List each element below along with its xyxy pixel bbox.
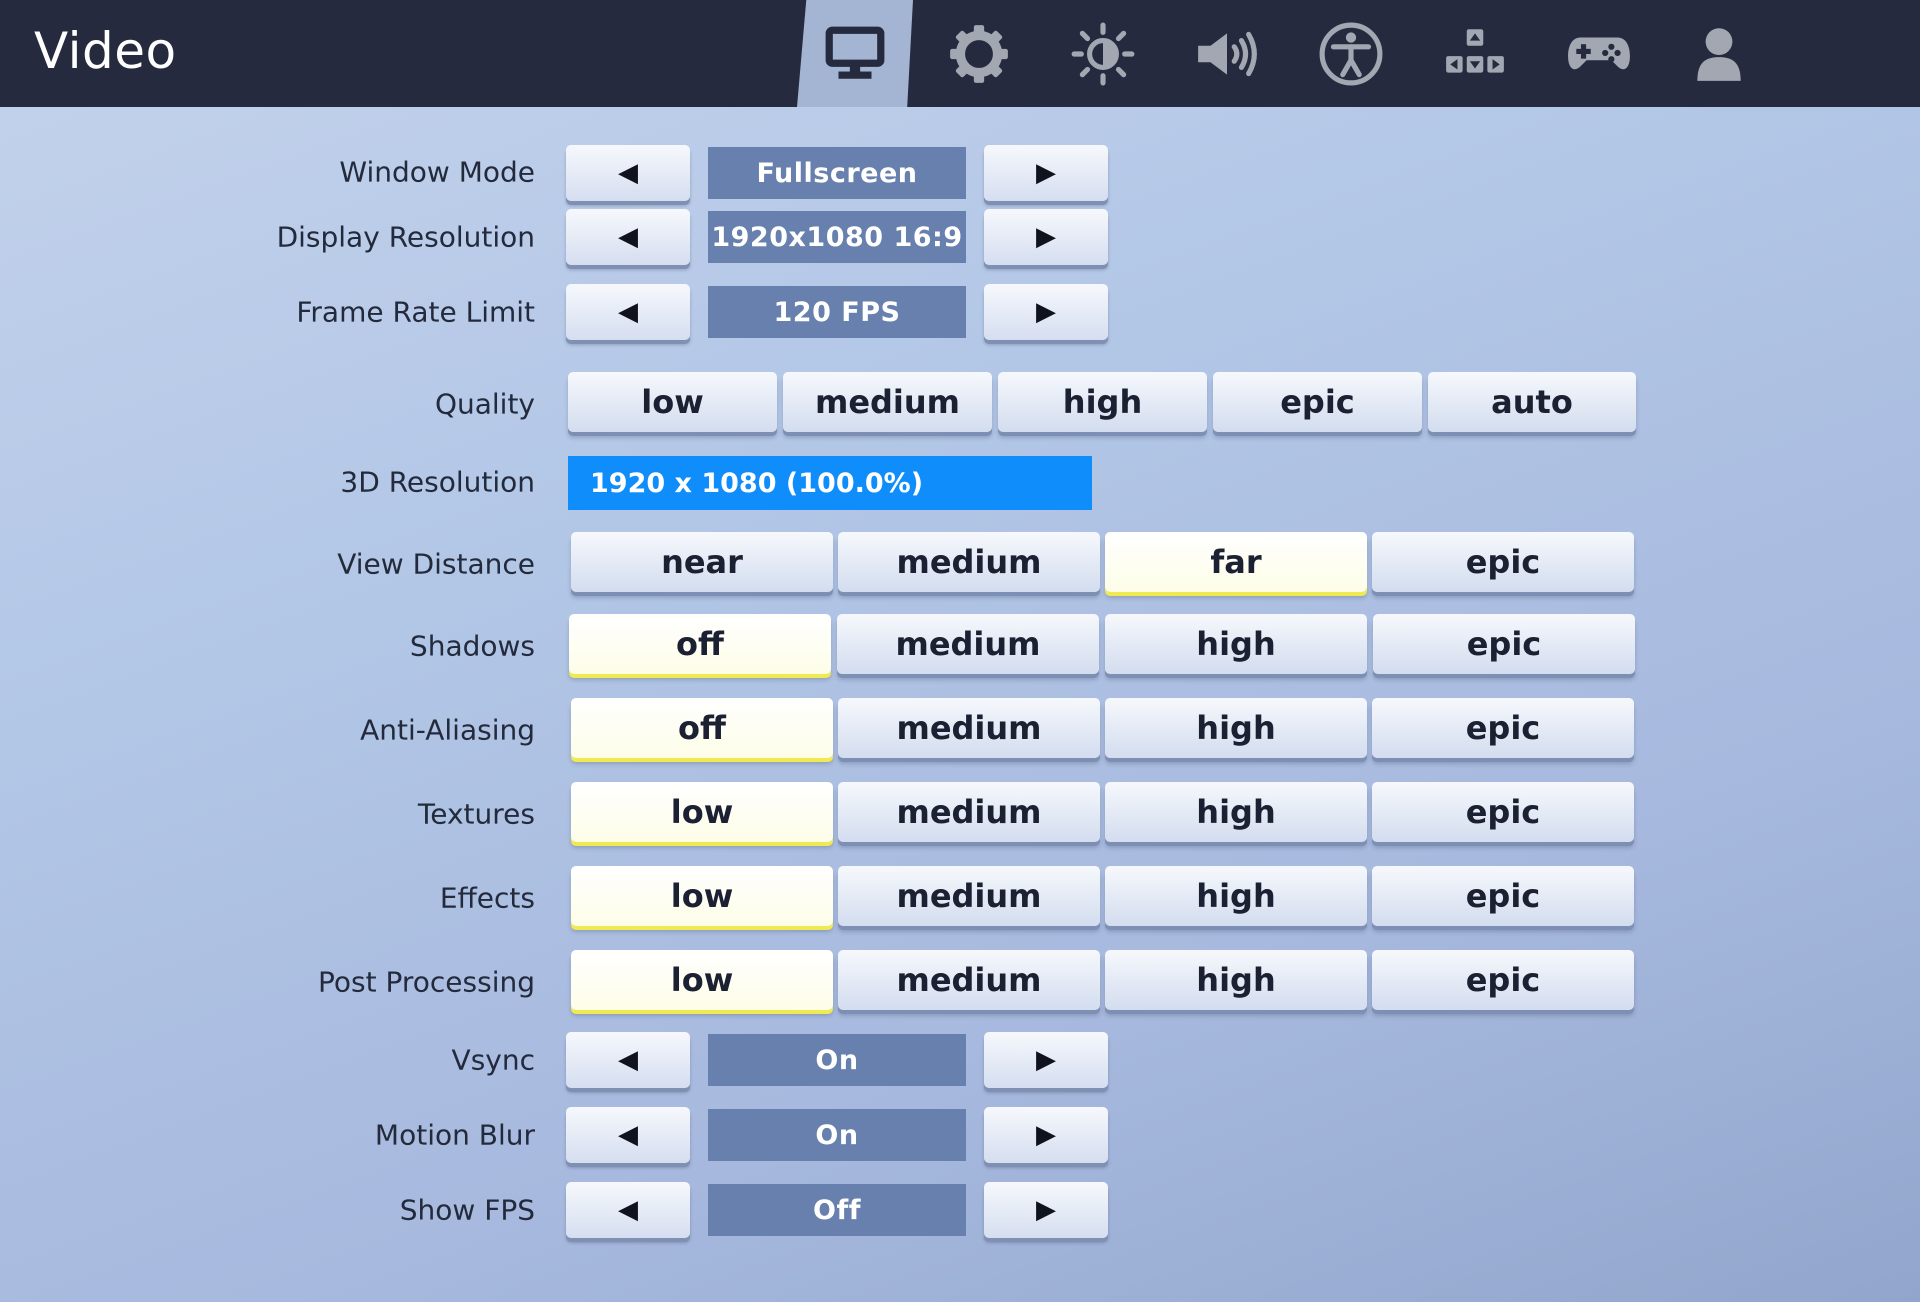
arrow-right-icon: ▶: [1036, 222, 1056, 252]
post-processing-label: Post Processing: [318, 965, 535, 999]
shadows-option-off[interactable]: off: [569, 614, 831, 674]
effects-option-medium[interactable]: medium: [838, 866, 1100, 926]
view-distance-option-epic[interactable]: epic: [1372, 532, 1634, 592]
tab-input[interactable]: [1417, 0, 1533, 107]
vsync-next-button[interactable]: ▶: [984, 1032, 1108, 1088]
view-distance-option-medium[interactable]: medium: [838, 532, 1100, 592]
tab-brightness[interactable]: [1045, 0, 1161, 107]
display-resolution-label: Display Resolution: [276, 220, 535, 254]
textures-option-epic[interactable]: epic: [1372, 782, 1634, 842]
arrow-right-icon: ▶: [1036, 1045, 1056, 1075]
effects-option-epic[interactable]: epic: [1372, 866, 1634, 926]
view-distance-label: View Distance: [337, 547, 535, 581]
post-processing-option-epic[interactable]: epic: [1372, 950, 1634, 1010]
post-processing-option-medium[interactable]: medium: [838, 950, 1100, 1010]
arrow-left-icon: ◀: [618, 1195, 638, 1225]
window-mode-next-button[interactable]: ▶: [984, 145, 1108, 201]
shadows-label: Shadows: [409, 629, 535, 663]
speaker-icon: [1198, 31, 1257, 76]
tab-video[interactable]: [797, 0, 913, 107]
display-resolution-prev-button[interactable]: ◀: [566, 209, 690, 265]
effects-option-low[interactable]: low: [571, 866, 833, 926]
window-mode-label: Window Mode: [339, 155, 535, 189]
3d-resolution-value: 1920 x 1080 (100.0%): [590, 467, 924, 499]
page-title: Video: [34, 22, 177, 80]
window-mode-value: Fullscreen: [708, 147, 966, 199]
arrow-left-icon: ◀: [618, 1045, 638, 1075]
arrow-left-icon: ◀: [618, 1120, 638, 1150]
view-distance-option-far[interactable]: far: [1105, 532, 1367, 592]
motion-blur-value: On: [708, 1109, 966, 1161]
gear-icon: [950, 24, 1008, 83]
tab-audio[interactable]: [1169, 0, 1285, 107]
tab-game-settings[interactable]: [921, 0, 1037, 107]
quality-option-high[interactable]: high: [998, 372, 1207, 432]
view-distance-option-near[interactable]: near: [571, 532, 833, 592]
textures-label: Textures: [417, 797, 535, 831]
gamepad-icon: [1568, 37, 1630, 69]
display-resolution-next-button[interactable]: ▶: [984, 209, 1108, 265]
textures-option-low[interactable]: low: [571, 782, 833, 842]
arrow-right-icon: ▶: [1036, 1195, 1056, 1225]
show-fps-prev-button[interactable]: ◀: [566, 1182, 690, 1238]
brightness-icon: [1071, 22, 1135, 85]
quality-option-epic[interactable]: epic: [1213, 372, 1422, 432]
post-processing-option-high[interactable]: high: [1105, 950, 1367, 1010]
anti-aliasing-label: Anti-Aliasing: [360, 713, 535, 747]
anti-aliasing-option-high[interactable]: high: [1105, 698, 1367, 758]
vsync-label: Vsync: [451, 1043, 535, 1077]
tab-controller[interactable]: [1541, 0, 1657, 107]
textures-option-medium[interactable]: medium: [838, 782, 1100, 842]
3d-resolution-label: 3D Resolution: [340, 465, 535, 499]
arrow-left-icon: ◀: [618, 222, 638, 252]
quality-option-low[interactable]: low: [568, 372, 777, 432]
post-processing-option-low[interactable]: low: [571, 950, 833, 1010]
arrow-right-icon: ▶: [1036, 1120, 1056, 1150]
arrow-right-icon: ▶: [1036, 158, 1056, 188]
quality-label: Quality: [434, 387, 535, 421]
motion-blur-prev-button[interactable]: ◀: [566, 1107, 690, 1163]
frame-rate-limit-prev-button[interactable]: ◀: [566, 284, 690, 340]
show-fps-label: Show FPS: [399, 1193, 535, 1227]
frame-rate-limit-value: 120 FPS: [708, 286, 966, 338]
anti-aliasing-option-epic[interactable]: epic: [1372, 698, 1634, 758]
anti-aliasing-option-medium[interactable]: medium: [838, 698, 1100, 758]
show-fps-next-button[interactable]: ▶: [984, 1182, 1108, 1238]
motion-blur-next-button[interactable]: ▶: [984, 1107, 1108, 1163]
quality-option-auto[interactable]: auto: [1428, 372, 1636, 432]
keyboard-keys-icon: [1446, 28, 1504, 73]
anti-aliasing-option-off[interactable]: off: [571, 698, 833, 758]
motion-blur-label: Motion Blur: [374, 1118, 535, 1152]
monitor-icon: [825, 26, 885, 79]
frame-rate-limit-label: Frame Rate Limit: [296, 295, 535, 329]
arrow-left-icon: ◀: [618, 158, 638, 188]
arrow-left-icon: ◀: [618, 297, 638, 327]
shadows-option-epic[interactable]: epic: [1373, 614, 1635, 674]
textures-option-high[interactable]: high: [1105, 782, 1367, 842]
quality-option-medium[interactable]: medium: [783, 372, 992, 432]
vsync-prev-button[interactable]: ◀: [566, 1032, 690, 1088]
shadows-option-medium[interactable]: medium: [837, 614, 1099, 674]
tab-account[interactable]: [1661, 0, 1777, 107]
user-icon: [1697, 27, 1741, 81]
vsync-value: On: [708, 1034, 966, 1086]
effects-option-high[interactable]: high: [1105, 866, 1367, 926]
top-bar: Video: [0, 0, 1920, 107]
window-mode-prev-button[interactable]: ◀: [566, 145, 690, 201]
effects-label: Effects: [439, 881, 535, 915]
accessibility-icon: [1319, 22, 1383, 85]
display-resolution-value: 1920x1080 16:9: [708, 211, 966, 263]
arrow-right-icon: ▶: [1036, 297, 1056, 327]
3d-resolution-slider[interactable]: 1920 x 1080 (100.0%): [568, 456, 1092, 510]
frame-rate-limit-next-button[interactable]: ▶: [984, 284, 1108, 340]
show-fps-value: Off: [708, 1184, 966, 1236]
shadows-option-high[interactable]: high: [1105, 614, 1367, 674]
tab-accessibility[interactable]: [1293, 0, 1409, 107]
